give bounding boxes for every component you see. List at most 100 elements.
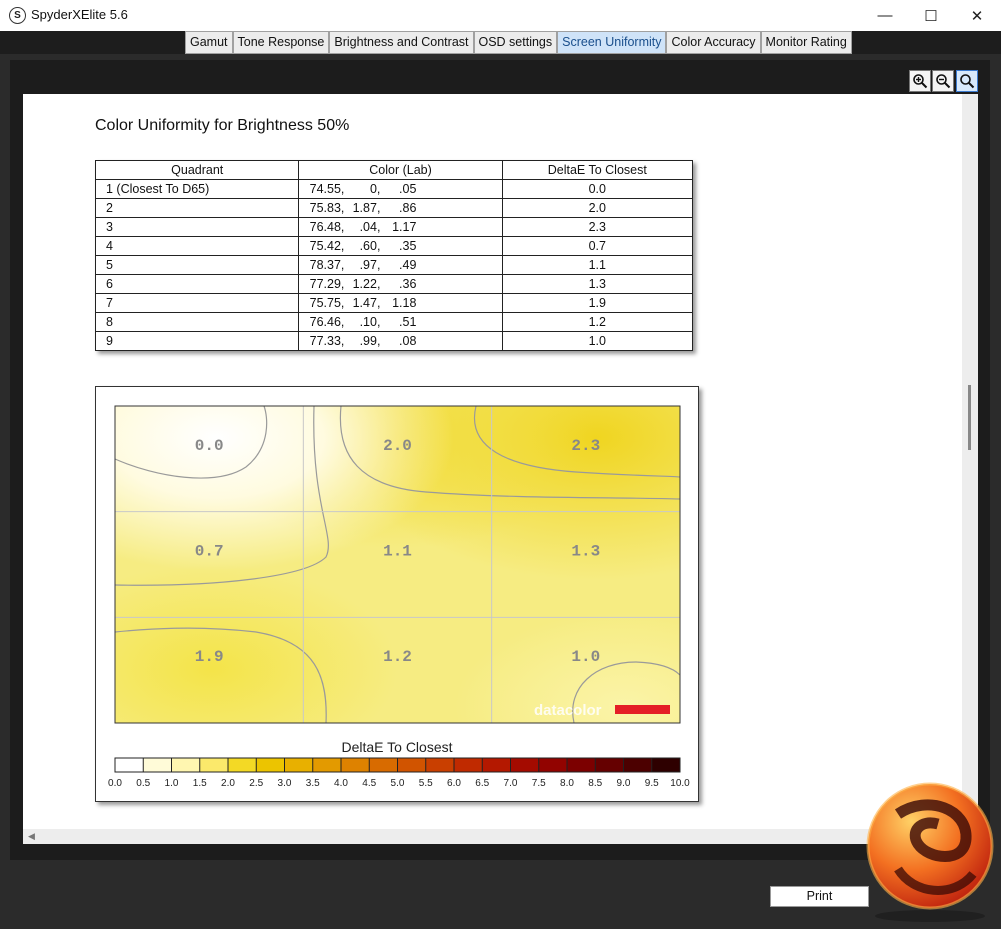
colorbar-tick-label: 8.5 [588,778,602,789]
table-row: 4 75.42, .60, .35 0.7 [94,236,694,256]
color-lab-cell: 76.46, .10, .51 [298,312,503,332]
lab-l-value: 75.83, [309,201,345,215]
lab-b-value: 1.18 [392,296,417,310]
window-title: SpyderXElite 5.6 [31,7,128,22]
table-row: 8 76.46, .10, .51 1.2 [94,312,694,332]
quadrant-cell: 6 [94,274,300,294]
app-icon: S [9,7,26,24]
lab-b-value: .86 [399,201,417,215]
colorbar-tick-label: 5.5 [419,778,433,789]
heatmap-cell-value: 1.9 [195,648,224,666]
vertical-scrollbar-thumb[interactable] [968,385,971,450]
colorbar-tick-label: 0.0 [108,778,122,789]
tab-strip: Gamut Tone Response Brightness and Contras… [185,31,852,54]
colorbar [114,757,681,773]
colorbar-tick-label: 6.0 [447,778,461,789]
maximize-button[interactable]: ☐ [908,0,954,31]
lab-a-value: 1.22, [352,277,381,291]
tab-osd-settings[interactable]: OSD settings [473,31,558,54]
column-header-quadrant: Quadrant [94,160,300,180]
color-lab-cell: 78.37, .97, .49 [298,255,503,275]
colorbar-segment [312,758,342,772]
lab-b-value: .51 [399,315,417,329]
colorbar-segment [284,758,314,772]
colorbar-segment [143,758,172,772]
tab-gamut[interactable]: Gamut [185,31,233,54]
lab-a-value: .10, [359,315,381,329]
colorbar-segment [623,758,653,772]
colorbar-tick-label: 1.5 [193,778,207,789]
lab-a-value: 0, [369,182,381,196]
deltae-cell: 1.9 [501,293,694,313]
tab-screen-uniformity[interactable]: Screen Uniformity [557,31,667,54]
deltae-cell: 1.1 [501,255,694,275]
quadrant-cell: 9 [94,331,300,351]
heatmap-cell-value: 2.3 [571,437,600,455]
colorbar-tick-label: 4.5 [362,778,376,789]
table-row: 5 78.37, .97, .49 1.1 [94,255,694,275]
colorbar-tick-label: 8.0 [560,778,574,789]
colorbar-segment [482,758,511,772]
lab-l-value: 76.46, [309,315,345,329]
svg-text:datacolor: datacolor [534,702,602,719]
colorbar-tick-label: 0.5 [136,778,150,789]
scroll-left-icon[interactable]: ◀ [28,829,35,844]
colorbar-segment [397,758,427,772]
zoom-out-icon[interactable] [932,70,954,92]
colorbar-segment [171,758,201,772]
colorbar-segment [651,758,681,772]
tab-brightness-and-contrast[interactable]: Brightness and Contrast [329,31,474,54]
close-button[interactable]: ✕ [954,0,1000,31]
colorbar-segment [567,758,596,772]
print-button[interactable]: Print [770,886,869,907]
colorbar-segment [510,758,540,772]
quadrant-cell: 3 [94,217,300,237]
color-lab-cell: 75.42, .60, .35 [298,236,503,256]
minimize-button[interactable]: — [862,0,908,31]
lab-b-value: .35 [399,239,417,253]
lab-a-value: .97, [359,258,381,272]
lab-l-value: 77.29, [309,277,345,291]
colorbar-segment [115,758,144,772]
deltae-cell: 0.7 [501,236,694,256]
heatmap-cell-value: 1.2 [383,648,412,666]
heatmap-cell-value: 1.3 [571,543,600,561]
lab-a-value: .04, [359,220,381,234]
lab-l-value: 78.37, [309,258,345,272]
color-lab-cell: 77.33, .99, .08 [298,331,503,351]
colorbar-tick-label: 10.0 [670,778,690,789]
report-title: Color Uniformity for Brightness 50% [95,117,350,134]
table-row: 7 75.75, 1.47, 1.18 1.9 [94,293,694,313]
quadrant-cell: 4 [94,236,300,256]
tab-monitor-rating[interactable]: Monitor Rating [760,31,852,54]
deltae-cell: 1.3 [501,274,694,294]
zoom-in-icon[interactable] [909,70,931,92]
colorbar-tick-label: 7.0 [504,778,518,789]
colorbar-title: DeltaE To Closest [341,739,452,755]
lab-a-value: 1.87, [352,201,381,215]
colorbar-segment [199,758,229,772]
colorbar-tick-label: 5.0 [391,778,405,789]
lab-l-value: 76.48, [309,220,345,234]
lab-a-value: .60, [359,239,381,253]
table-row: 6 77.29, 1.22, .36 1.3 [94,274,694,294]
heatmap-cell-value: 1.1 [383,543,412,561]
color-lab-cell: 74.55, 0, .05 [298,179,503,199]
tab-tone-response[interactable]: Tone Response [232,31,330,54]
heatmap-cell-value: 0.0 [195,437,224,455]
colorbar-tick-label: 4.0 [334,778,348,789]
zoom-fit-icon[interactable] [956,70,978,92]
table-row: 3 76.48, .04, 1.17 2.3 [94,217,694,237]
color-lab-cell: 77.29, 1.22, .36 [298,274,503,294]
vertical-scrollbar[interactable] [962,94,978,829]
lab-l-value: 74.55, [309,182,345,196]
lab-l-value: 75.42, [309,239,345,253]
colorbar-tick-label: 9.0 [617,778,631,789]
colorbar-segment [228,758,257,772]
tab-color-accuracy[interactable]: Color Accuracy [666,31,761,54]
horizontal-scrollbar[interactable] [23,829,978,844]
lab-l-value: 77.33, [309,334,345,348]
colorbar-tick-labels: 0.0 0.5 1.0 1.5 2.0 2.5 3.0 3.5 4.0 4.5 5.0 5.5 6.0 6… [108,778,690,789]
lab-b-value: .36 [399,277,417,291]
colorbar-segment [595,758,624,772]
